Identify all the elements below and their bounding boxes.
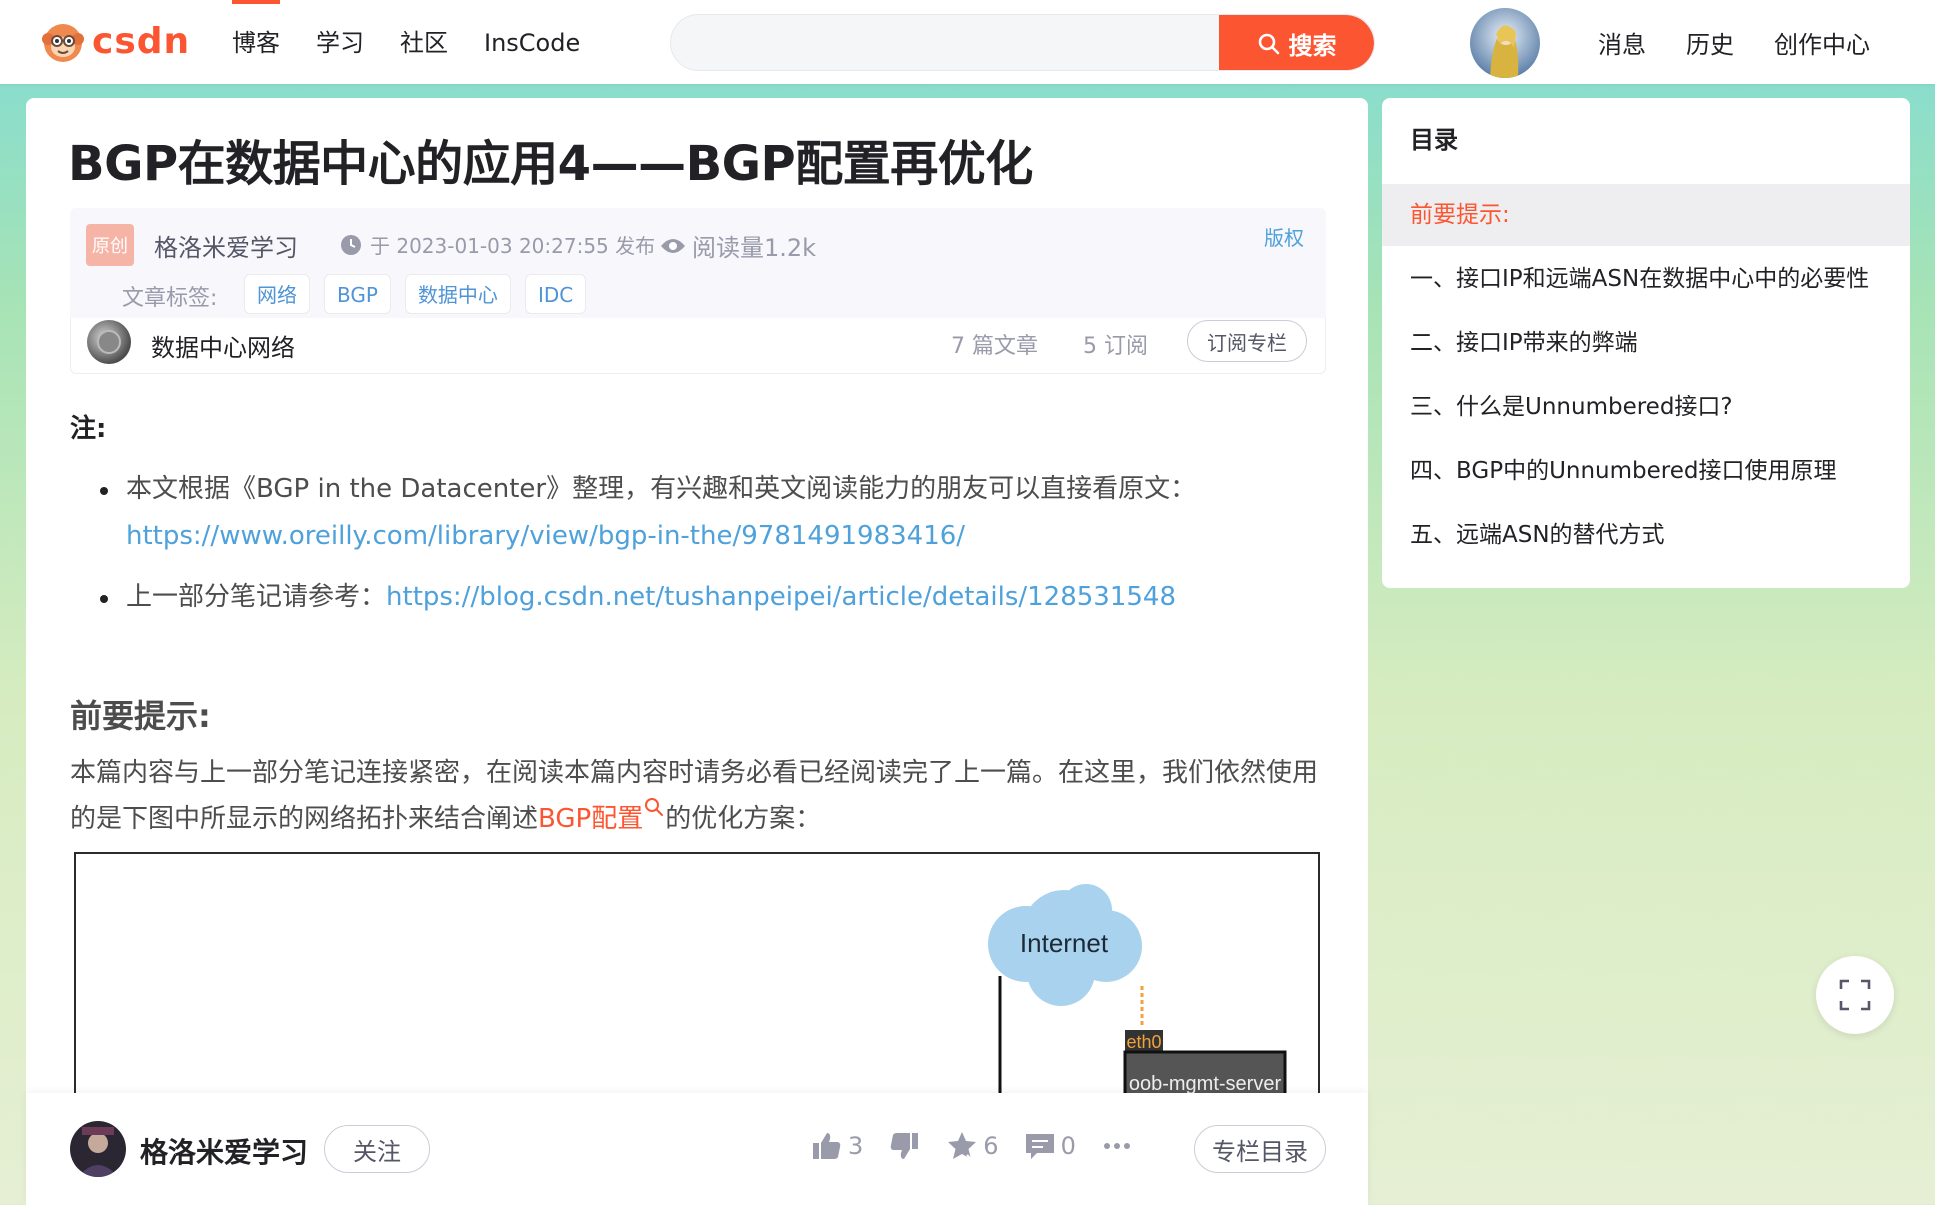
search-input[interactable] [671,15,1221,70]
tag-idc[interactable]: IDC [524,274,587,314]
server-label: oob-mgmt-server [1129,1073,1282,1095]
thumbs-up-icon [813,1133,841,1159]
intro-paragraph: 本篇内容与上一部分笔记连接紧密，在阅读本篇内容时请务必看已经阅读完了上一篇。在这… [70,750,1330,842]
subscribe-column-button[interactable]: 订阅专栏 [1187,320,1307,362]
main-nav: 博客 学习 社区 InsCode [214,0,598,84]
topology-diagram: Internet eth0 oob-mgmt-server [74,852,1320,1112]
toc-item-2[interactable]: 二、接口IP带来的弊端 [1382,312,1910,374]
publish-date-text: 于 2023-01-03 20:27:55 发布 [370,234,656,258]
note-heading: 注: [70,414,107,444]
monkey-logo-icon [42,24,84,62]
csdn-logo[interactable]: csdn [40,18,190,64]
like-button[interactable]: 3 [810,1129,863,1163]
bullet-text: 本文根据《BGP in the Datacenter》整理，有兴趣和英文阅读能力… [126,474,1197,504]
search-icon [1258,33,1279,54]
search-bar: 搜索 [670,14,1375,71]
tags-label: 文章标签: [122,286,218,311]
tag-network[interactable]: 网络 [244,274,310,314]
logo-wordmark: csdn [92,20,191,62]
cloud-label: Internet [1020,928,1109,958]
toc-item-intro[interactable]: 前要提示: [1382,184,1910,246]
dislike-button[interactable] [887,1129,921,1163]
tag-list: 网络 BGP 数据中心 IDC [244,274,587,314]
history-link[interactable]: 历史 [1666,25,1754,60]
star-icon [948,1132,979,1161]
toc-item-5[interactable]: 五、远端ASN的替代方式 [1382,504,1910,566]
toc-list: 前要提示: 一、接口IP和远端ASN在数据中心中的必要性 二、接口IP带来的弊端… [1382,184,1910,566]
list-item: 本文根据《BGP in the Datacenter》整理，有兴趣和英文阅读能力… [100,466,1320,560]
copyright-link[interactable]: 版权 [1264,222,1304,251]
view-count-text: 阅读量1.2k [692,234,817,262]
favorite-button[interactable]: 6 [945,1129,999,1163]
column-row: 数据中心网络 7 篇文章 5 订阅 订阅专栏 [70,318,1326,374]
clock-icon [341,234,361,255]
fullscreen-button[interactable] [1816,956,1894,1034]
top-navbar: csdn 博客 学习 社区 InsCode 搜索 消息 历史 创作中心 [0,0,1935,84]
user-avatar[interactable] [1470,8,1540,78]
keyword-search-icon[interactable] [643,796,665,818]
comment-count: 0 [1060,1132,1076,1160]
nav-item-learn[interactable]: 学习 [298,0,382,84]
article-card: BGP在数据中心的应用4——BGP配置再优化 原创 格洛米爱学习 于 2023-… [26,98,1368,1205]
comment-icon [1025,1134,1054,1159]
more-button[interactable] [1100,1129,1134,1163]
original-badge: 原创 [86,224,134,266]
section-heading: 前要提示: [70,697,211,735]
publish-date: 于 2023-01-03 20:27:55 发布 [340,230,655,259]
nav-item-community[interactable]: 社区 [382,0,466,84]
search-button[interactable]: 搜索 [1219,15,1374,70]
list-item: 上一部分笔记请参考：https://blog.csdn.net/tushanpe… [100,574,1320,621]
paragraph-text-end: 的优化方案： [665,804,822,834]
previous-note-link[interactable]: https://blog.csdn.net/tushanpeipei/artic… [386,582,1176,612]
table-of-contents: 目录 前要提示: 一、接口IP和远端ASN在数据中心中的必要性 二、接口IP带来… [1382,98,1910,588]
author-avatar-icon [70,1121,126,1177]
article-toolbar: 格洛米爱学习 关注 3 6 0 专栏目录 [26,1093,1368,1205]
author-avatar[interactable] [70,1121,126,1177]
tag-bgp[interactable]: BGP [324,274,391,314]
column-subscriber-count: 5 订阅 [1083,334,1148,359]
comment-button[interactable]: 0 [1023,1129,1076,1163]
toc-item-4[interactable]: 四、BGP中的Unnumbered接口使用原理 [1382,440,1910,502]
toolbar-author-name[interactable]: 格洛米爱学习 [140,1131,308,1171]
author-link[interactable]: 格洛米爱学习 [154,228,298,263]
creator-center-link[interactable]: 创作中心 [1754,25,1890,60]
expand-icon [1839,979,1871,1011]
toc-title: 目录 [1410,126,1458,154]
search-button-label: 搜索 [1288,32,1337,60]
user-links: 消息 历史 创作中心 [1578,0,1890,84]
nav-item-blog[interactable]: 博客 [214,0,298,84]
oreilly-link[interactable]: https://www.oreilly.com/library/view/bgp… [126,521,965,551]
tag-datacenter[interactable]: 数据中心 [404,274,511,314]
topology-svg: Internet eth0 oob-mgmt-server [988,884,1287,1112]
favorite-count: 6 [983,1132,999,1160]
avatar-image-icon [1470,8,1540,78]
messages-link[interactable]: 消息 [1578,25,1666,60]
note-list: 本文根据《BGP in the Datacenter》整理，有兴趣和英文阅读能力… [100,466,1320,635]
port-label: eth0 [1126,1032,1161,1052]
toc-item-1[interactable]: 一、接口IP和远端ASN在数据中心中的必要性 [1382,248,1910,310]
keyword-link[interactable]: BGP配置 [538,804,643,834]
internet-cloud: Internet [988,884,1142,1006]
nav-item-inscode[interactable]: InsCode [466,0,598,84]
article-meta: 原创 格洛米爱学习 于 2023-01-03 20:27:55 发布 阅读量1.… [70,208,1326,374]
article-title: BGP在数据中心的应用4——BGP配置再优化 [68,136,1033,192]
column-directory-button[interactable]: 专栏目录 [1194,1125,1326,1173]
column-icon[interactable] [87,320,131,364]
eye-icon [661,238,685,253]
bullet-text: 上一部分笔记请参考： [126,582,387,612]
toc-item-3[interactable]: 三、什么是Unnumbered接口? [1382,376,1910,438]
thumbs-down-icon [891,1133,919,1159]
view-count: 阅读量1.2k [660,228,816,263]
follow-button[interactable]: 关注 [324,1125,430,1173]
column-name[interactable]: 数据中心网络 [151,328,295,363]
column-article-count: 7 篇文章 [951,334,1038,359]
toolbar-actions: 3 6 0 [810,1129,1134,1163]
more-dots-icon [1103,1143,1130,1149]
column-cover-icon [87,320,131,364]
like-count: 3 [848,1132,864,1160]
